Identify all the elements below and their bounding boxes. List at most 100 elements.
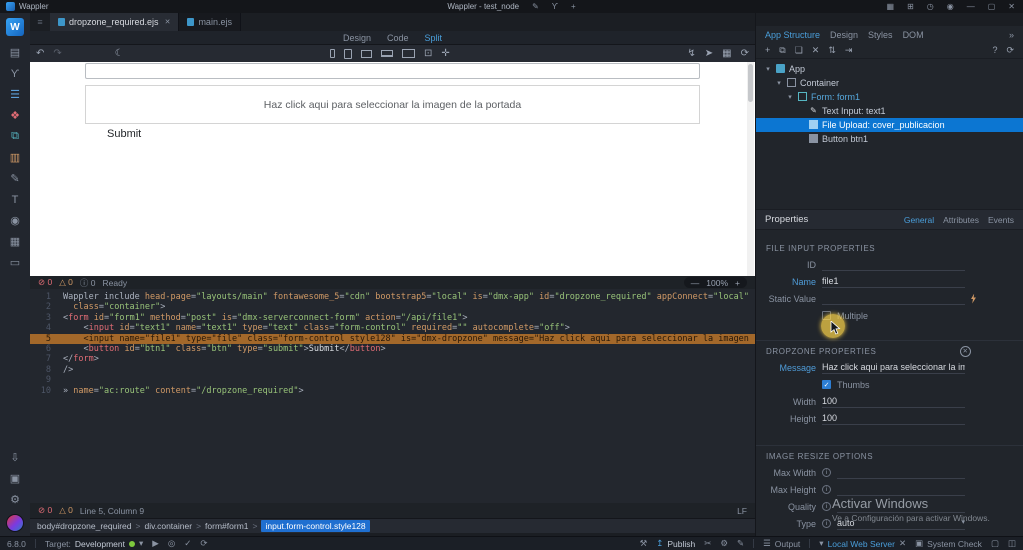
breadcrumb-item[interactable]: form#form1 xyxy=(205,521,248,531)
design-scrollbar[interactable] xyxy=(747,62,754,276)
width-field[interactable]: 100 xyxy=(822,395,965,408)
code-line[interactable]: 7 </form> xyxy=(30,354,755,364)
tab-main-ejs[interactable]: main.ejs xyxy=(179,13,241,31)
view-design-button[interactable]: Design xyxy=(343,33,371,43)
edit-title-icon[interactable]: ✎ xyxy=(532,2,539,11)
undo-icon[interactable]: ↶ xyxy=(36,48,44,59)
code-line[interactable]: 4 <input id="text1" name="text1" type="t… xyxy=(30,323,755,333)
text-tool-icon[interactable]: T xyxy=(0,189,30,210)
server-selector[interactable]: ▾ Local Web Server ✕ xyxy=(819,538,906,549)
server-connect-icon[interactable]: ☰ xyxy=(0,84,30,105)
tree-item[interactable]: ▾ Form: form1 xyxy=(756,90,1023,104)
name-field[interactable]: file1 xyxy=(822,275,965,288)
phone-preview-icon[interactable] xyxy=(330,49,335,58)
tab-dom[interactable]: DOM xyxy=(903,30,924,40)
max-width-field[interactable] xyxy=(837,466,965,479)
code-line[interactable]: 3 <form id="form1" method="post" is="dmx-… xyxy=(30,313,755,323)
code-line[interactable]: 2 class="container"> xyxy=(30,302,755,312)
tablet-preview-icon[interactable] xyxy=(344,48,352,59)
history-icon[interactable]: ◷ xyxy=(927,2,934,11)
properties-tab-general[interactable]: General xyxy=(904,215,934,225)
eye-icon[interactable]: ◉ xyxy=(0,210,30,231)
breadcrumb-item[interactable]: body#dropzone_required xyxy=(37,521,132,531)
breadcrumb-item[interactable]: input.form-control.style128 xyxy=(261,520,370,532)
id-field[interactable] xyxy=(822,258,965,271)
layers-icon[interactable]: ⧉ xyxy=(0,126,30,147)
pointer-icon[interactable]: ➤ xyxy=(705,48,713,59)
code-line[interactable]: 10» name="ac:route" content="/dropzone_r… xyxy=(30,386,755,396)
crosshair-icon[interactable]: ✛ xyxy=(441,48,449,59)
validate-button[interactable]: ✓ xyxy=(184,538,191,549)
design-dropzone[interactable]: Haz click aqui para seleccionar la image… xyxy=(85,85,700,124)
tab-styles[interactable]: Styles xyxy=(868,30,893,40)
view-split-button[interactable]: Split xyxy=(425,33,443,43)
split-layout-icon[interactable]: ◫ xyxy=(1008,538,1016,549)
tab-design[interactable]: Design xyxy=(830,30,858,40)
tree-item[interactable]: ▾ Container xyxy=(756,76,1023,90)
packages-icon[interactable]: ▣ xyxy=(0,468,30,489)
design-system-icon[interactable]: ❖ xyxy=(0,105,30,126)
laptop-preview-icon[interactable] xyxy=(381,50,393,57)
desktop-preview-icon[interactable] xyxy=(402,49,415,58)
publish-button[interactable]: ↥ Publish xyxy=(656,538,695,549)
zoom-out-button[interactable]: — xyxy=(691,278,700,288)
properties-tab-attributes[interactable]: Attributes xyxy=(943,215,979,225)
window-layout-icon[interactable]: ▢ xyxy=(991,538,999,549)
refresh-preview-icon[interactable]: ⟳ xyxy=(741,48,749,59)
settings-icon[interactable]: ⚙ xyxy=(0,489,30,510)
bindings-icon[interactable]: ↯ xyxy=(687,48,695,59)
tab-dropzone-required[interactable]: dropzone_required.ejs ✕ xyxy=(50,13,180,31)
code-line[interactable]: 9 xyxy=(30,375,755,385)
files-icon[interactable]: ≡ xyxy=(30,13,50,31)
extensions-icon[interactable]: ⊞ xyxy=(907,2,914,11)
branch-icon[interactable]: ϒ xyxy=(552,2,558,11)
close-button[interactable]: ✕ xyxy=(1008,2,1015,11)
inspect-button[interactable]: ◎ xyxy=(168,538,175,549)
max-height-field[interactable] xyxy=(837,483,965,496)
git-icon[interactable]: ϒ xyxy=(0,63,30,84)
redo-icon[interactable]: ↷ xyxy=(53,48,61,59)
dark-mode-icon[interactable]: ☾ xyxy=(115,48,124,59)
refresh-icon[interactable]: ⟳ xyxy=(1006,45,1014,56)
minimize-button[interactable]: — xyxy=(967,2,975,11)
pages-icon[interactable]: ▤ xyxy=(0,42,30,63)
user-avatar[interactable] xyxy=(6,514,24,532)
dynamic-data-picker-icon[interactable] xyxy=(971,293,976,304)
breadcrumb-item[interactable]: div.container xyxy=(145,521,193,531)
view-code-button[interactable]: Code xyxy=(387,33,409,43)
code-line[interactable]: 5 <input name="file1" type="file" class=… xyxy=(30,333,755,344)
run-button[interactable]: ▶ xyxy=(152,538,159,549)
remove-dropzone-icon[interactable]: ✕ xyxy=(960,345,971,357)
fullscreen-icon[interactable]: ⊡ xyxy=(424,48,432,59)
wappler-logo-icon[interactable]: W xyxy=(6,18,24,36)
code-line[interactable]: 8/> xyxy=(30,365,755,375)
scissors-icon[interactable]: ✂ xyxy=(704,538,711,549)
height-field[interactable]: 100 xyxy=(822,412,965,425)
gear-icon[interactable]: ⚙ xyxy=(720,538,728,549)
code-line[interactable]: 1 Wappler include head-page="layouts/main… xyxy=(30,292,755,302)
indent-icon[interactable]: ⇥ xyxy=(845,45,853,56)
sync-button[interactable]: ⟳ xyxy=(200,538,207,549)
caret-down-icon[interactable]: ▾ xyxy=(775,79,783,87)
message-field[interactable]: Haz click aqui para seleccionar la image… xyxy=(822,361,965,374)
system-check-button[interactable]: ▣ System Check xyxy=(915,538,982,549)
code-editor[interactable]: 1 Wappler include head-page="layouts/main… xyxy=(30,289,755,503)
code-line[interactable]: 6 <button id="btn1" class="btn" type="su… xyxy=(30,344,755,354)
account-icon[interactable]: ◉ xyxy=(947,2,954,11)
tree-item[interactable]: ✎ Text Input: text1 xyxy=(756,104,1023,118)
new-project-icon[interactable]: + xyxy=(571,2,576,11)
server-stop-icon[interactable]: ✕ xyxy=(899,538,906,549)
panel-overflow-icon[interactable]: » xyxy=(1009,30,1014,40)
paste-icon[interactable]: ❏ xyxy=(795,45,803,56)
copy-icon[interactable]: ⧉ xyxy=(779,45,785,56)
delete-icon[interactable]: ✕ xyxy=(812,45,820,56)
line-ending-indicator[interactable]: LF xyxy=(737,506,747,516)
help-icon[interactable]: ? xyxy=(992,45,997,56)
move-icon[interactable]: ⇅ xyxy=(828,45,836,56)
type-select[interactable]: auto ▾ xyxy=(837,517,965,530)
output-button[interactable]: ☰ Output xyxy=(763,538,800,549)
design-text-input[interactable] xyxy=(85,63,700,79)
panels-icon[interactable]: ▦ xyxy=(887,2,895,11)
design-scrollbar-thumb[interactable] xyxy=(748,64,753,102)
quality-field[interactable] xyxy=(837,500,965,513)
